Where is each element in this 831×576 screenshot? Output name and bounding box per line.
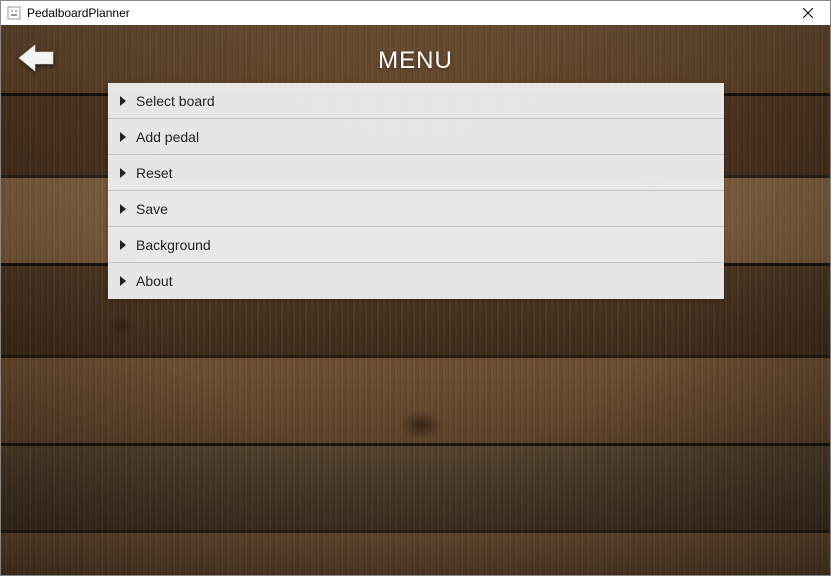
menu-item-select-board[interactable]: Select board — [108, 83, 724, 119]
chevron-right-icon — [118, 167, 132, 179]
menu-item-label: Background — [136, 237, 211, 253]
menu-panel: Select board Add pedal Reset Save — [108, 83, 724, 299]
page-title: MENU — [1, 47, 830, 75]
app-content: MENU Select board Add pedal Reset — [1, 25, 830, 575]
window-title: PedalboardPlanner — [27, 6, 130, 20]
titlebar: PedalboardPlanner — [1, 1, 830, 25]
menu-item-label: Select board — [136, 93, 215, 109]
chevron-right-icon — [118, 203, 132, 215]
menu-item-label: About — [136, 273, 173, 289]
chevron-right-icon — [118, 95, 132, 107]
menu-item-about[interactable]: About — [108, 263, 724, 299]
chevron-right-icon — [118, 275, 132, 287]
close-button[interactable] — [786, 1, 830, 25]
menu-item-add-pedal[interactable]: Add pedal — [108, 119, 724, 155]
menu-item-reset[interactable]: Reset — [108, 155, 724, 191]
chevron-right-icon — [118, 131, 132, 143]
menu-item-label: Save — [136, 201, 168, 217]
menu-item-label: Reset — [136, 165, 173, 181]
app-icon — [7, 6, 21, 20]
menu-item-background[interactable]: Background — [108, 227, 724, 263]
chevron-right-icon — [118, 239, 132, 251]
menu-item-label: Add pedal — [136, 129, 199, 145]
app-window: PedalboardPlanner MENU Select board — [0, 0, 831, 576]
close-icon — [803, 8, 813, 18]
menu-item-save[interactable]: Save — [108, 191, 724, 227]
